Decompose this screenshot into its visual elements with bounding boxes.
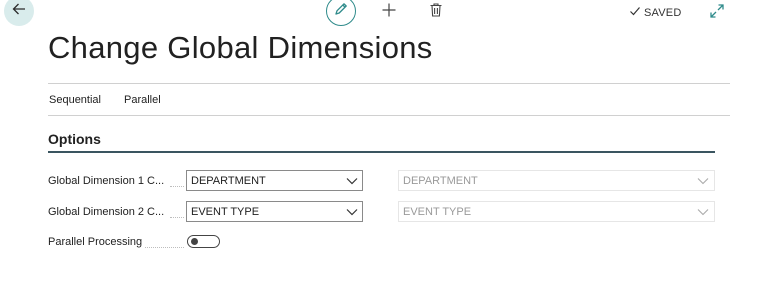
saved-label: SAVED [644, 6, 682, 19]
global-dimension-1-current-select[interactable]: DEPARTMENT [398, 170, 715, 191]
saved-status: SAVED [629, 5, 681, 20]
options-section-title: Options [48, 131, 101, 147]
parallel-processing-label: Parallel Processing [48, 236, 143, 248]
tabs-top-divider [48, 83, 730, 84]
global-dimension-2-select[interactable]: EVENT TYPE [186, 201, 363, 222]
global-dimension-2-label: Global Dimension 2 C... [48, 206, 165, 218]
checkmark-icon [629, 5, 641, 20]
chevron-down-icon [692, 177, 714, 185]
toggle-knob [191, 238, 198, 245]
expand-button[interactable] [707, 3, 727, 23]
tabs-bottom-divider [48, 115, 730, 116]
label-leader-dots [145, 247, 184, 248]
page-title: Change Global Dimensions [48, 30, 433, 65]
pencil-icon [333, 1, 349, 22]
tab-parallel[interactable]: Parallel [124, 94, 161, 106]
arrow-left-icon [11, 1, 27, 22]
delete-button[interactable] [427, 2, 445, 22]
label-leader-dots [170, 186, 184, 187]
options-section-rule [48, 151, 715, 153]
chevron-down-icon [342, 177, 362, 185]
expand-icon [709, 3, 725, 24]
global-dimension-1-value: DEPARTMENT [191, 174, 266, 187]
back-button[interactable] [4, 0, 34, 26]
add-button[interactable] [379, 2, 399, 22]
plus-icon [381, 2, 397, 23]
global-dimension-2-value: EVENT TYPE [191, 205, 260, 218]
chevron-down-icon [342, 208, 362, 216]
trash-icon [429, 2, 443, 23]
global-dimension-1-select[interactable]: DEPARTMENT [186, 170, 363, 191]
global-dimension-2-current-value: EVENT TYPE [403, 205, 472, 218]
global-dimension-1-current-value: DEPARTMENT [403, 174, 478, 187]
global-dimension-2-current-select[interactable]: EVENT TYPE [398, 201, 715, 222]
chevron-down-icon [692, 208, 714, 216]
global-dimension-1-label: Global Dimension 1 C... [48, 175, 165, 187]
tab-sequential[interactable]: Sequential [49, 94, 101, 106]
label-leader-dots [170, 217, 184, 218]
parallel-processing-toggle[interactable] [187, 235, 220, 248]
edit-button[interactable] [326, 0, 356, 26]
